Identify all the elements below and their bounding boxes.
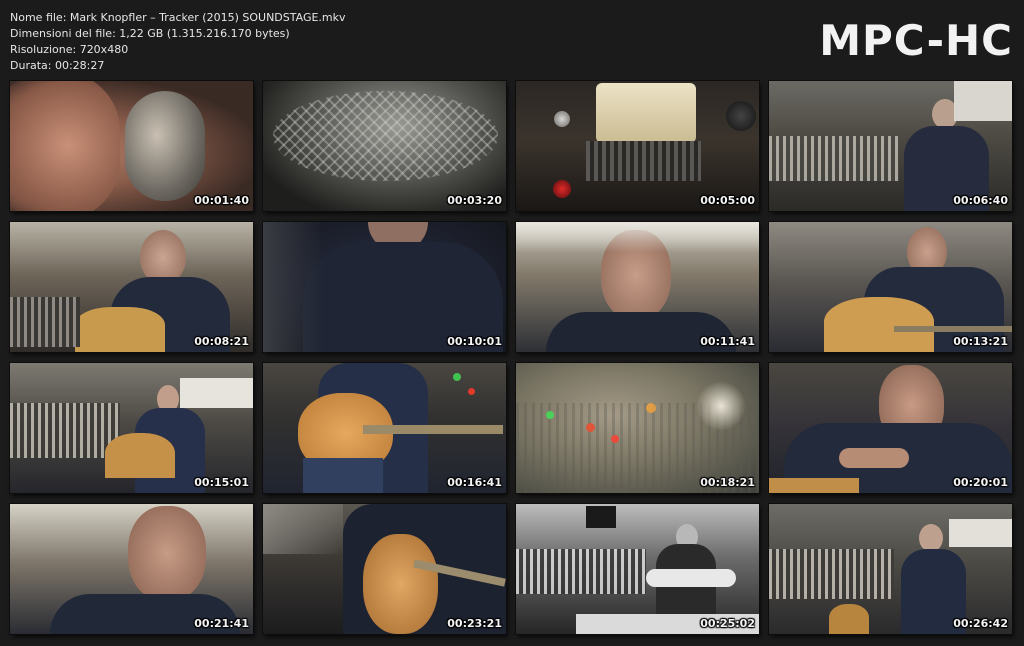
timestamp: 00:21:41: [194, 617, 249, 630]
thumbnail-15: 00:25:02: [516, 504, 759, 634]
file-info-panel: Nome file: Mark Knopfler – Tracker (2015…: [10, 10, 346, 74]
brand-logo: MPC-HC: [819, 16, 1013, 65]
timestamp: 00:16:41: [447, 476, 502, 489]
timestamp: 00:10:01: [447, 335, 502, 348]
file-name-line: Nome file: Mark Knopfler – Tracker (2015…: [10, 11, 346, 24]
thumbnail-8: 00:13:21: [769, 222, 1012, 352]
thumbnail-12: 00:20:01: [769, 363, 1012, 493]
thumbnail-1: 00:01:40: [10, 81, 253, 211]
timestamp: 00:18:21: [700, 476, 755, 489]
thumbnail-14: 00:23:21: [263, 504, 506, 634]
thumbnail-grid: 00:01:40 00:03:20 00:05:00 00:06:40 00:0…: [10, 81, 1012, 634]
thumbnail-16: 00:26:42: [769, 504, 1012, 634]
timestamp: 00:05:00: [700, 194, 755, 207]
thumbnail-11: 00:18:21: [516, 363, 759, 493]
timestamp: 00:23:21: [447, 617, 502, 630]
resolution-line: Risoluzione: 720x480: [10, 43, 129, 56]
timestamp: 00:03:20: [447, 194, 502, 207]
timestamp: 00:13:21: [953, 335, 1008, 348]
timestamp: 00:25:02: [700, 617, 755, 630]
timestamp: 00:08:21: [194, 335, 249, 348]
thumbnail-9: 00:15:01: [10, 363, 253, 493]
thumbnail-5: 00:08:21: [10, 222, 253, 352]
timestamp: 00:01:40: [194, 194, 249, 207]
file-size-line: Dimensioni del file: 1,22 GB (1.315.216.…: [10, 27, 290, 40]
thumbnail-6: 00:10:01: [263, 222, 506, 352]
thumbnail-13: 00:21:41: [10, 504, 253, 634]
thumbnail-10: 00:16:41: [263, 363, 506, 493]
thumbnail-7: 00:11:41: [516, 222, 759, 352]
timestamp: 00:26:42: [953, 617, 1008, 630]
thumbnail-4: 00:06:40: [769, 81, 1012, 211]
thumbnail-2: 00:03:20: [263, 81, 506, 211]
timestamp: 00:11:41: [700, 335, 755, 348]
timestamp: 00:15:01: [194, 476, 249, 489]
thumbnail-3: 00:05:00: [516, 81, 759, 211]
duration-line: Durata: 00:28:27: [10, 59, 105, 72]
timestamp: 00:20:01: [953, 476, 1008, 489]
timestamp: 00:06:40: [953, 194, 1008, 207]
